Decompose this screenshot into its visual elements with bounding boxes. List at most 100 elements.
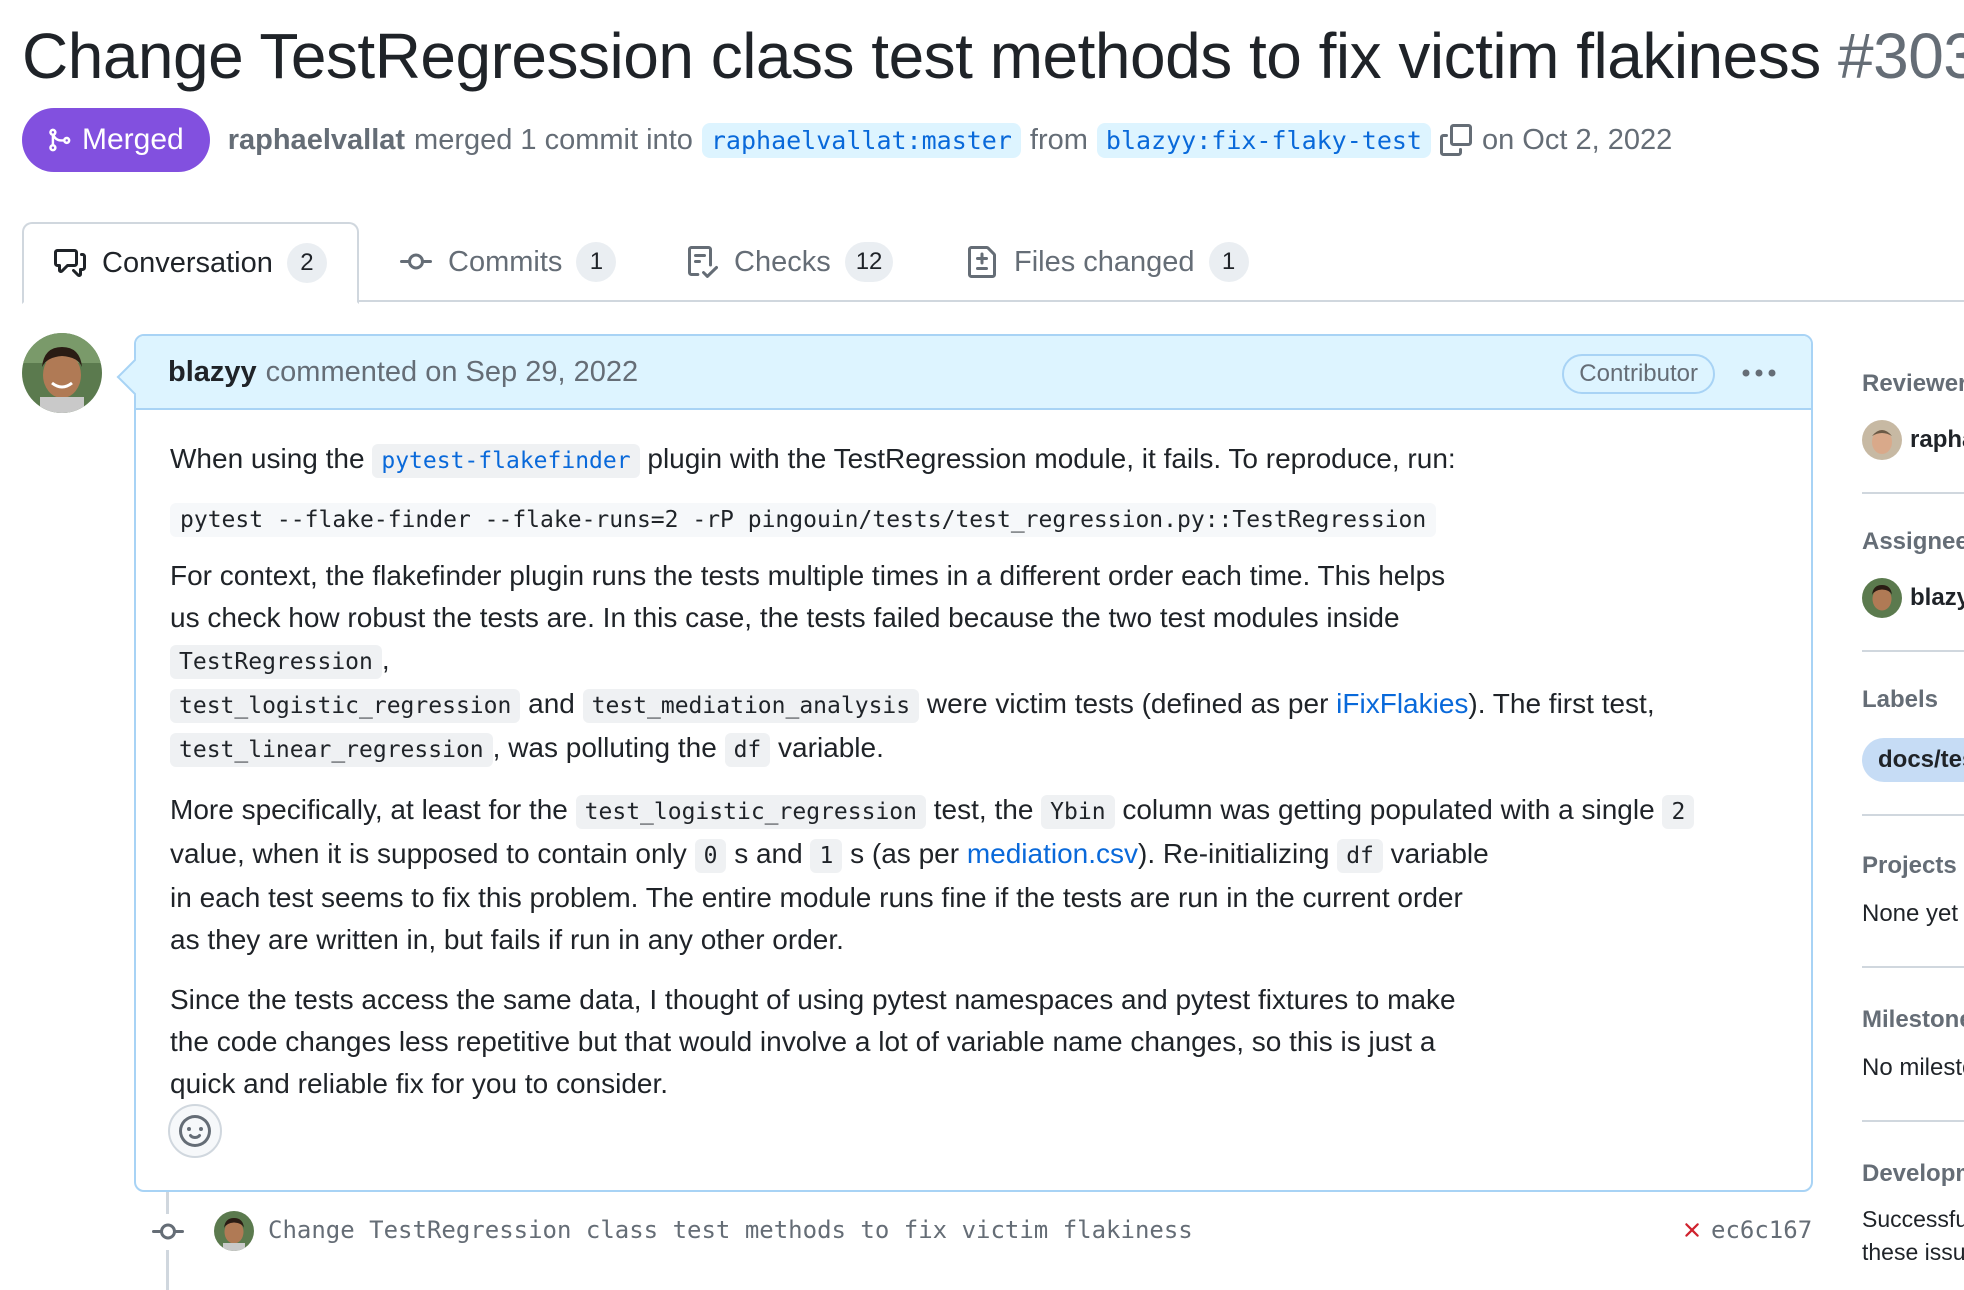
sidebar-assignees: Assignees blazyy [1862, 528, 1964, 618]
comment-options-button[interactable] [1739, 358, 1779, 388]
text: test, the [926, 794, 1042, 825]
text: value, when it is supposed to contain on… [170, 838, 695, 869]
pr-tabs: Conversation 2 Commits 1 Checks 12 Files… [22, 222, 1964, 304]
code-block-wrapper: pytest --flake-finder --flake-runs=2 -rP… [170, 502, 1790, 537]
sidebar-labels: Labels docs/testing [1862, 686, 1964, 782]
tab-commits-label: Commits [448, 245, 563, 278]
projects-value: None yet [1862, 900, 1959, 927]
avatar[interactable] [22, 333, 102, 413]
base-branch-link[interactable]: raphaelvallat:master [701, 122, 1021, 158]
comment-timestamp[interactable]: commented on Sep 29, 2022 [266, 356, 638, 389]
text: s and [726, 838, 811, 869]
text: ). The first test, [1468, 688, 1655, 719]
text: column was getting populated with a sing… [1114, 794, 1663, 825]
text: were victim tests (defined as per [919, 688, 1337, 719]
comment-author-link[interactable]: blazyy [168, 356, 257, 389]
labels-heading[interactable]: Labels [1862, 686, 1964, 714]
label-pill[interactable]: docs/testing [1862, 738, 1964, 782]
sidebar: Reviewers raphaelvallat Assignees blazyy… [1862, 334, 1964, 1290]
code-link[interactable]: pytest-flakefinder [372, 444, 640, 478]
ifixflakies-link[interactable]: iFixFlakies [1336, 688, 1468, 719]
inline-code: test_mediation_analysis [582, 689, 920, 723]
reviewers-heading[interactable]: Reviewers [1862, 370, 1964, 398]
git-merge-icon [49, 128, 71, 152]
development-text-1: Successfully merging this pull request m… [1862, 1206, 1964, 1232]
inline-code: test_logistic_regression [170, 689, 521, 723]
merged-status-badge: Merged [22, 108, 210, 172]
inline-code: Ybin [1041, 795, 1115, 829]
kebab-horizontal-icon [1742, 369, 1776, 377]
divider [1862, 650, 1964, 652]
commit-node [150, 1214, 186, 1250]
comment-header: blazyy commented on Sep 29, 2022 Contrib… [136, 336, 1811, 410]
from-text: from [1029, 123, 1088, 156]
text: s (as per [842, 838, 967, 869]
avatar[interactable] [214, 1211, 254, 1251]
git-commit-icon [152, 1223, 184, 1240]
comment-paragraph-2-end: test_linear_regression, was polluting th… [170, 727, 1790, 771]
divider [1862, 492, 1964, 494]
user-avatar-image [1862, 420, 1902, 460]
tab-files-changed[interactable]: Files changed 1 [966, 222, 1249, 302]
comment-paragraph-2: For context, the flakefinder plugin runs… [170, 555, 1470, 683]
user-avatar-image [1862, 578, 1902, 618]
tab-commits[interactable]: Commits 1 [400, 222, 617, 302]
avatar [1862, 420, 1902, 460]
copy-branch-button[interactable] [1439, 124, 1472, 156]
commit-message-link[interactable]: Change TestRegression class test methods… [268, 1216, 1193, 1244]
timeline-commit-item: Change TestRegression class test methods… [150, 1208, 1815, 1254]
merger-username-link[interactable]: raphaelvallat [228, 124, 405, 157]
sidebar-milestone: Milestone No milestone [1862, 1006, 1964, 1082]
reviewer-item[interactable]: raphaelvallat [1862, 420, 1964, 460]
sidebar-reviewers: Reviewers raphaelvallat [1862, 370, 1964, 460]
comment-paragraph-4: Since the tests access the same data, I … [170, 984, 1456, 1099]
projects-heading[interactable]: Projects [1862, 852, 1964, 880]
commit-sha-link[interactable]: ec6c167 [1711, 1216, 1812, 1244]
tab-checks-label: Checks [734, 245, 831, 278]
text: , was polluting the [492, 732, 725, 763]
inline-code: 0 [694, 839, 727, 873]
text: plugin with the TestRegression module, i… [639, 443, 1456, 474]
inline-code: df [1337, 839, 1383, 873]
merge-date: on Oct 2, 2022 [1481, 123, 1673, 156]
x-icon [1685, 1223, 1699, 1237]
tab-checks[interactable]: Checks 12 [686, 222, 894, 302]
merge-description: merged 1 commit into [414, 123, 693, 156]
divider [1862, 1120, 1964, 1122]
text: More specifically, at least for the [170, 794, 576, 825]
sidebar-projects: Projects None yet [1862, 852, 1964, 928]
pr-meta: Merged raphaelvallat merged 1 commit int… [22, 108, 1681, 172]
tab-conversation[interactable]: Conversation 2 [22, 222, 359, 304]
tab-files-changed-label: Files changed [1014, 245, 1195, 278]
tab-conversation-label: Conversation [102, 246, 273, 279]
milestone-value: No milestone [1862, 1054, 1964, 1081]
mediation-csv-link[interactable]: mediation.csv [967, 838, 1138, 869]
code-block: pytest --flake-finder --flake-runs=2 -rP… [170, 503, 1437, 537]
inline-code: test_linear_regression [170, 733, 493, 767]
development-heading[interactable]: Development [1862, 1160, 1964, 1188]
comment-discussion-icon [54, 249, 86, 277]
text: , [381, 644, 390, 675]
copy-icon [1439, 124, 1472, 156]
head-branch-link[interactable]: blazyy:fix-flaky-test [1096, 122, 1431, 158]
contributor-badge: Contributor [1562, 354, 1715, 394]
tab-checks-count: 12 [844, 242, 894, 282]
tab-conversation-count: 2 [286, 243, 327, 283]
commit-status-failure[interactable] [1678, 1216, 1706, 1244]
pr-number: #303 [1838, 20, 1964, 92]
assignees-heading[interactable]: Assignees [1862, 528, 1964, 556]
tab-commits-count: 1 [576, 242, 617, 282]
add-reaction-button[interactable] [168, 1104, 222, 1158]
divider [1862, 966, 1964, 968]
pr-title: Change TestRegression class test methods… [22, 14, 1964, 98]
inline-code: test_logistic_regression [575, 795, 926, 829]
inline-code: 2 [1662, 795, 1695, 829]
milestone-heading[interactable]: Milestone [1862, 1006, 1964, 1034]
reviewer-name: raphaelvallat [1910, 426, 1964, 453]
merged-status-label: Merged [82, 123, 184, 156]
assignee-item[interactable]: blazyy [1862, 578, 1964, 618]
label-list: docs/testing [1862, 738, 1964, 782]
smiley-icon [179, 1115, 211, 1147]
comment-body: When using the pytest-flakefinder plugin… [170, 438, 1790, 1105]
text: For context, the flakefinder plugin runs… [170, 560, 1446, 633]
